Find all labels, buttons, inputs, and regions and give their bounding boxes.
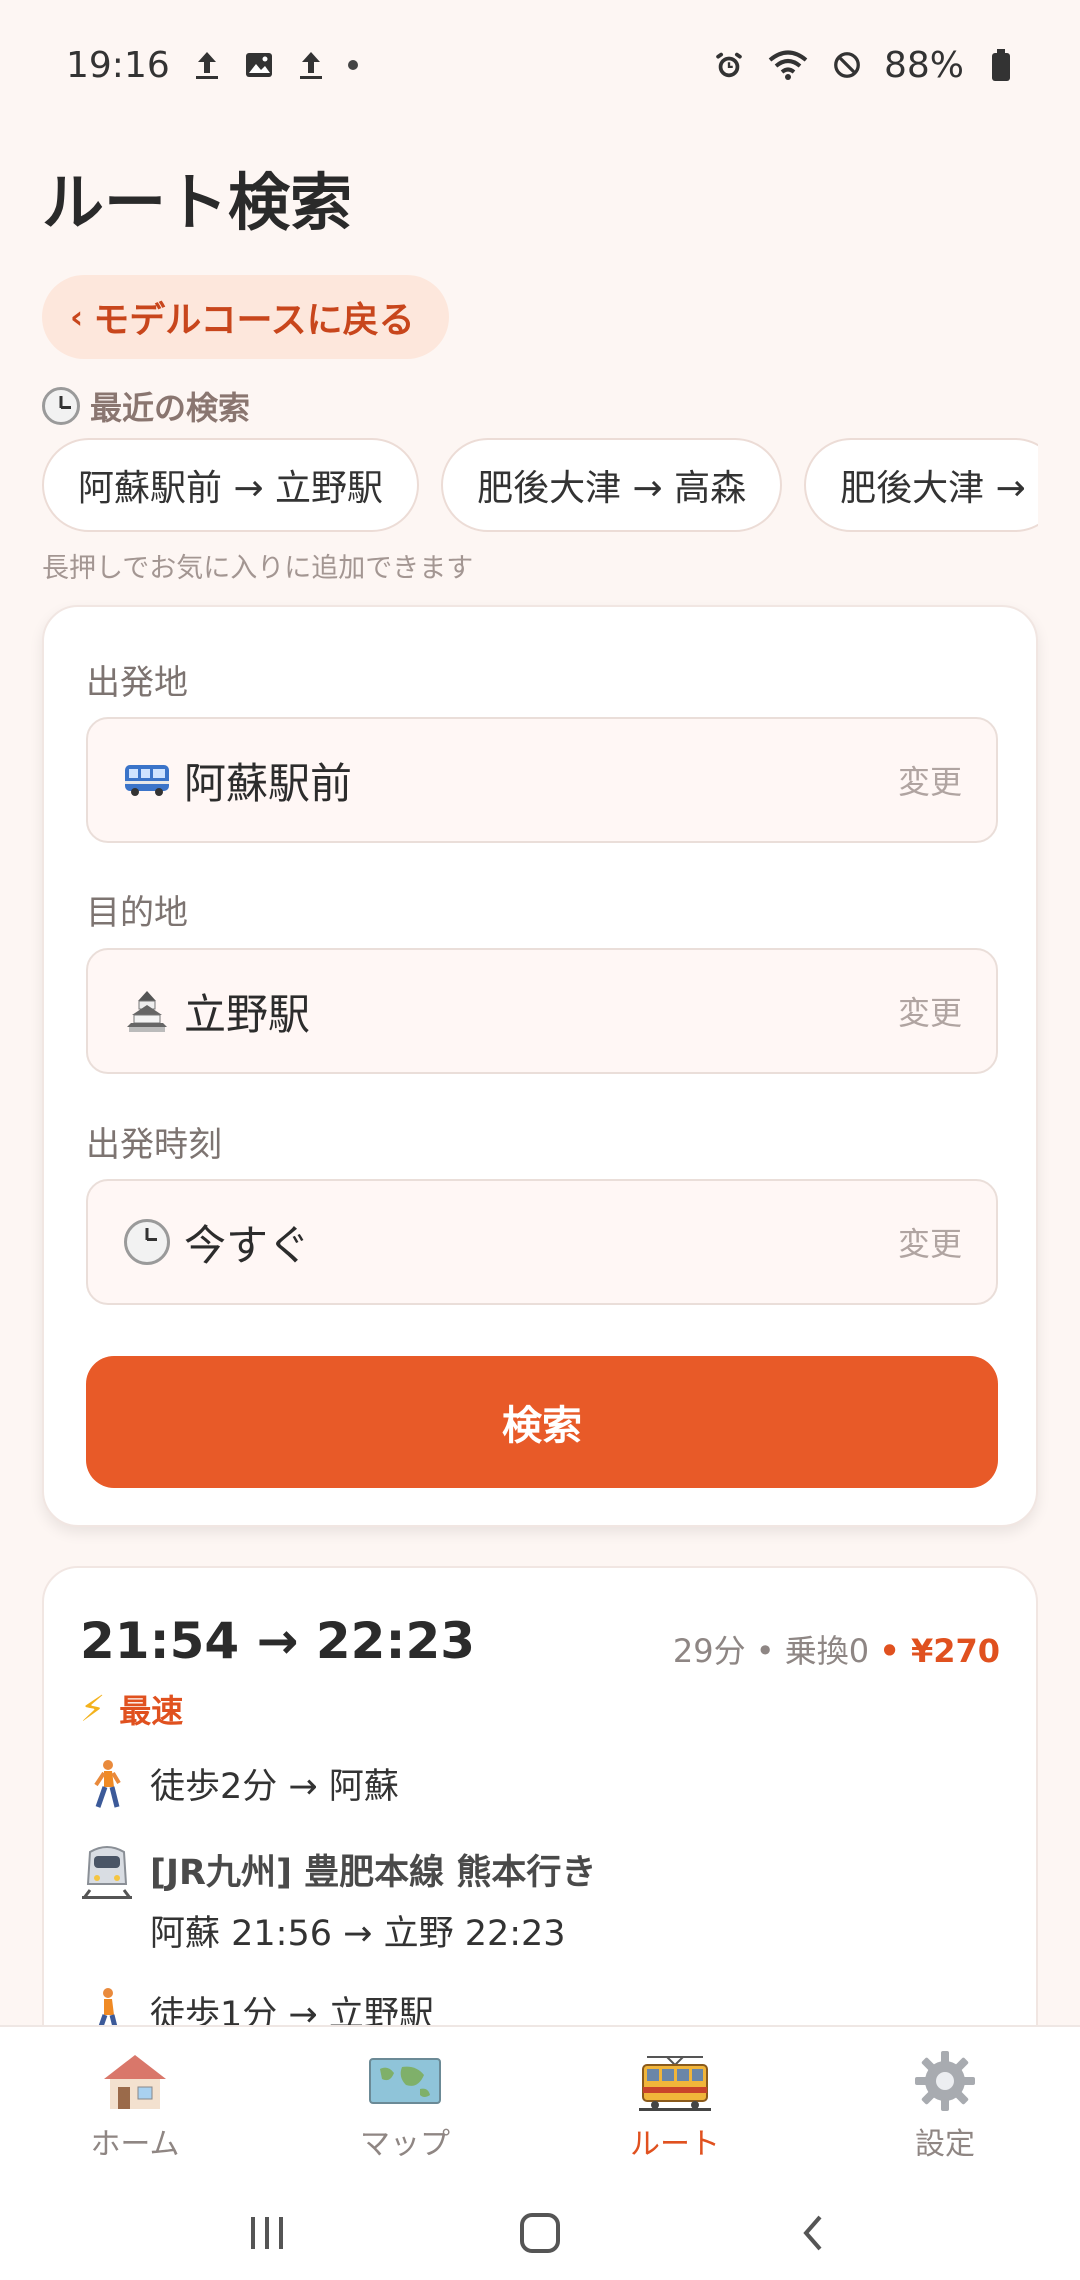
home-icon[interactable] — [500, 2203, 580, 2263]
route-step: [JR九州] 豊肥本線 熊本行き 阿蘇 21:56 → 立野 22:23 — [80, 1844, 596, 1956]
status-bar: 19:16 88% — [0, 0, 1080, 130]
departure-time-field[interactable]: 今すぐ 変更 — [86, 1179, 998, 1305]
castle-icon — [122, 986, 172, 1036]
house-icon — [95, 2049, 175, 2113]
recent-search-chips: 阿蘇駅前 → 立野駅 肥後大津 → 高森 肥後大津 → — [42, 438, 1038, 534]
recent-search-heading: 最近の検索 — [42, 383, 250, 429]
nav-map[interactable]: マップ — [270, 2027, 540, 2185]
notification-dot-icon — [347, 60, 358, 70]
system-nav-bar — [0, 2185, 1080, 2280]
result-meta: 29分 • 乗換0 • ¥270 — [672, 1632, 1000, 1670]
back-icon[interactable] — [773, 2203, 853, 2263]
departure-time-value: 今すぐ — [184, 1220, 311, 1270]
search-form-card: 出発地 阿蘇駅前 変更 目的地 立野駅 変更 出発時刻 今すぐ 変更 検索 — [42, 605, 1038, 1527]
destination-field[interactable]: 立野駅 変更 — [86, 948, 998, 1074]
walking-icon — [80, 1758, 134, 1814]
route-step-lines: [JR九州] 豊肥本線 熊本行き 阿蘇 21:56 → 立野 22:23 — [150, 1844, 596, 1956]
recent-heading-label: 最近の検索 — [90, 389, 251, 427]
gear-icon — [905, 2049, 985, 2113]
nav-map-label: マップ — [360, 2127, 450, 2162]
route-step-detail: 阿蘇 21:56 → 立野 22:23 — [150, 1914, 566, 1954]
route-step-line-name: [JR九州] 豊肥本線 熊本行き — [150, 1853, 597, 1893]
clock-icon — [122, 1217, 172, 1267]
wifi-icon — [766, 47, 810, 83]
destination-label: 目的地 — [86, 893, 188, 933]
destination-change-button[interactable]: 変更 — [898, 988, 962, 1034]
departure-time-change-button[interactable]: 変更 — [898, 1219, 962, 1265]
departure-time-label: 出発時刻 — [86, 1125, 222, 1165]
status-time: 19:16 — [66, 44, 170, 86]
destination-value: 立野駅 — [184, 989, 311, 1039]
recent-search-chip[interactable]: 肥後大津 → 高森 — [441, 438, 783, 532]
nav-route[interactable]: ルート — [540, 2027, 810, 2185]
result-time-range: 21:54 → 22:23 — [80, 1612, 476, 1670]
route-step: 徒歩2分 → 阿蘇 — [80, 1758, 399, 1814]
nav-settings-label: 設定 — [915, 2127, 975, 2162]
favorite-hint: 長押しでお気に入りに追加できます — [42, 553, 474, 584]
route-step-text: 徒歩2分 → 阿蘇 — [150, 1767, 399, 1807]
battery-percent: 88% — [883, 44, 964, 86]
nav-home-label: ホーム — [90, 2127, 180, 2162]
bottom-nav: ホーム マップ ルート 設定 — [0, 2025, 1080, 2185]
bus-icon — [122, 755, 172, 805]
page-title: ルート検索 — [42, 166, 353, 239]
back-to-model-course-button[interactable]: ‹ モデルコースに戻る — [42, 275, 449, 359]
back-button-label: モデルコースに戻る — [93, 300, 415, 341]
tram-icon — [635, 2049, 715, 2113]
battery-icon — [986, 47, 1016, 83]
lightning-icon: ⚡ — [80, 1688, 106, 1730]
result-duration: 29分 — [672, 1632, 746, 1670]
chevron-left-icon: ‹ — [70, 298, 84, 336]
fastest-badge: ⚡ 最速 — [80, 1686, 183, 1732]
nav-settings[interactable]: 設定 — [810, 2027, 1080, 2185]
fastest-badge-label: 最速 — [119, 1692, 184, 1730]
nav-home[interactable]: ホーム — [0, 2027, 270, 2185]
alarm-icon — [714, 47, 744, 83]
recent-search-chip[interactable]: 阿蘇駅前 → 立野駅 — [42, 438, 420, 532]
upload-icon — [296, 47, 326, 83]
recent-apps-icon[interactable] — [227, 2203, 307, 2263]
nav-route-label: ルート — [630, 2127, 720, 2162]
do-not-disturb-icon — [832, 47, 862, 83]
upload-icon — [192, 47, 222, 83]
search-button[interactable]: 検索 — [86, 1356, 998, 1488]
image-icon — [244, 47, 274, 83]
clock-icon — [42, 387, 80, 425]
origin-change-button[interactable]: 変更 — [898, 757, 962, 803]
origin-label: 出発地 — [86, 663, 188, 703]
route-result-card[interactable]: 21:54 → 22:23 29分 • 乗換0 • ¥270 ⚡ 最速 徒歩2分… — [42, 1566, 1038, 2066]
train-icon — [80, 1844, 134, 1900]
result-transfers: 乗換0 — [784, 1632, 870, 1670]
origin-value: 阿蘇駅前 — [184, 758, 353, 808]
map-icon — [365, 2049, 445, 2113]
result-fare: ¥270 — [910, 1632, 1000, 1670]
origin-field[interactable]: 阿蘇駅前 変更 — [86, 717, 998, 843]
recent-search-chip[interactable]: 肥後大津 → — [804, 438, 1038, 532]
status-right: 88% — [714, 45, 1016, 86]
status-left: 19:16 — [66, 45, 358, 86]
